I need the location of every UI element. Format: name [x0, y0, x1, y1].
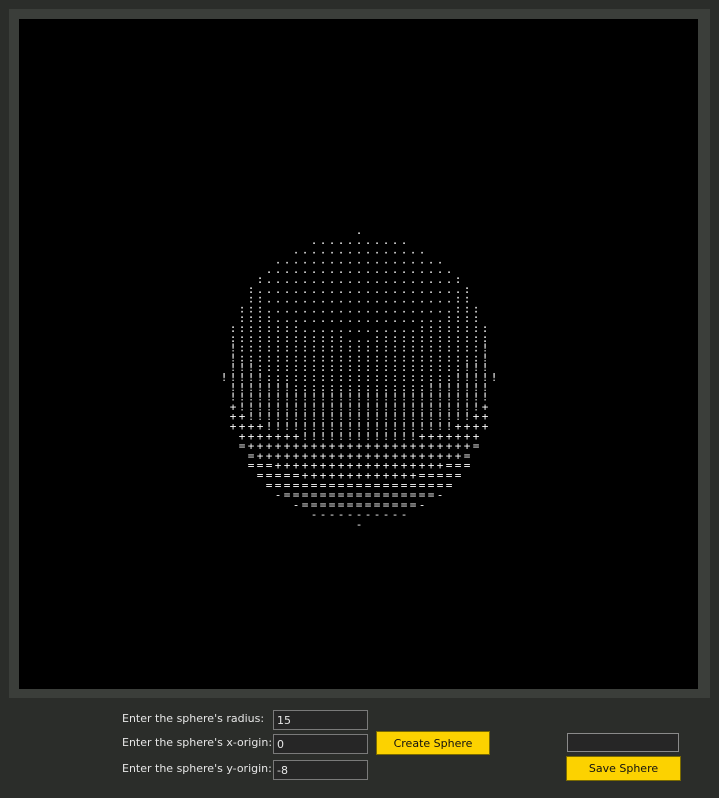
y-origin-input[interactable]	[273, 760, 368, 780]
sphere-glyph: =	[446, 479, 453, 492]
sphere-glyph: =	[410, 498, 417, 511]
sphere-glyph: -	[329, 508, 336, 521]
y-origin-label: Enter the sphere's y-origin:	[122, 762, 272, 775]
sphere-glyph: =	[428, 489, 435, 502]
sphere-glyph: -	[356, 518, 363, 531]
sphere-glyph: =	[239, 440, 246, 453]
sphere-glyph: =	[284, 489, 291, 502]
sphere-glyph: =	[266, 479, 273, 492]
sphere-glyph: -	[311, 508, 318, 521]
sphere-glyph: =	[455, 469, 462, 482]
sphere-glyph: -	[437, 489, 444, 502]
save-sphere-button[interactable]: Save Sphere	[566, 756, 681, 781]
sphere-glyph: !	[491, 371, 498, 384]
x-origin-label: Enter the sphere's x-origin:	[122, 736, 273, 749]
sphere-glyph: !	[221, 371, 228, 384]
sphere-glyph: =	[464, 459, 471, 472]
radius-input[interactable]	[273, 710, 368, 730]
sphere-glyph: +	[230, 420, 237, 433]
sphere-glyph: -	[392, 508, 399, 521]
sphere-glyph: +	[482, 420, 489, 433]
sphere-glyph: -	[374, 508, 381, 521]
sphere-glyph: =	[248, 459, 255, 472]
save-filename-input[interactable]	[567, 733, 679, 752]
ascii-sphere: ........................................…	[221, 224, 498, 531]
sphere-glyph: -	[338, 508, 345, 521]
sphere-glyph: =	[302, 498, 309, 511]
radius-label: Enter the sphere's radius:	[122, 712, 265, 725]
sphere-canvas: ........................................…	[19, 19, 698, 689]
x-origin-input[interactable]	[273, 734, 368, 754]
sphere-glyph: =	[257, 469, 264, 482]
sphere-glyph: -	[347, 508, 354, 521]
sphere-glyph: -	[320, 508, 327, 521]
sphere-glyph: -	[419, 498, 426, 511]
sphere-glyph: -	[401, 508, 408, 521]
sphere-glyph: -	[275, 489, 282, 502]
sphere-glyph: =	[473, 440, 480, 453]
sphere-glyph: -	[365, 508, 372, 521]
sphere-glyph: -	[293, 498, 300, 511]
create-sphere-button[interactable]: Create Sphere	[376, 731, 490, 755]
sphere-glyph: -	[383, 508, 390, 521]
